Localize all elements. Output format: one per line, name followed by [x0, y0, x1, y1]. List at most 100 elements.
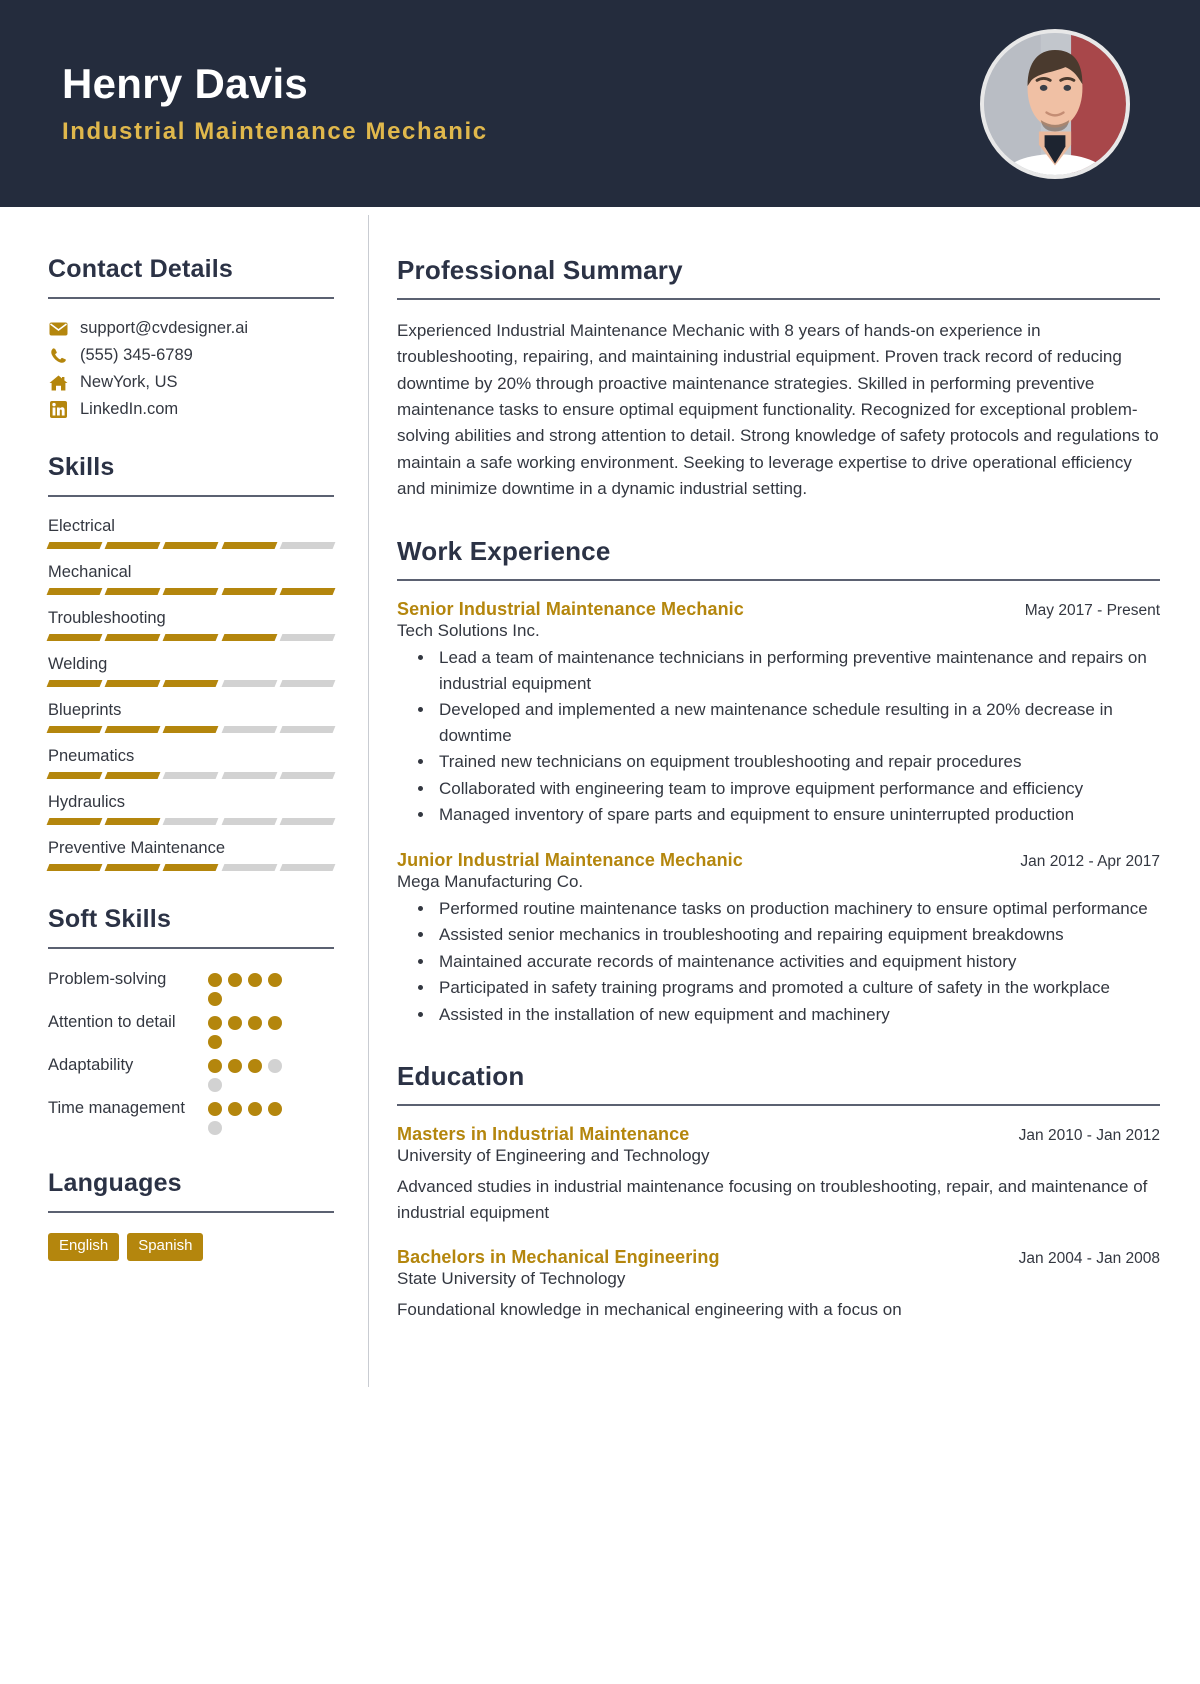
skill-bar-segment: [221, 634, 278, 641]
skill-bar-segment: [46, 772, 103, 779]
soft-skill-label: Problem-solving: [48, 970, 167, 988]
resume-body: Contact Details support@cvdesigner.ai (5…: [0, 207, 1200, 1387]
skill-bar-segment: [162, 542, 220, 549]
envelope-icon: [48, 320, 68, 338]
rating-dot: [208, 992, 222, 1006]
languages-heading: Languages: [48, 1169, 182, 1197]
soft-skill-rating: [208, 1055, 294, 1092]
language-badge: Spanish: [127, 1233, 204, 1261]
rating-dot: [208, 1102, 222, 1116]
skill-bar-segment: [46, 588, 103, 595]
page-title: Henry Davis: [62, 60, 309, 108]
skill-item: Electrical: [46, 517, 336, 549]
entry-header: Senior Industrial Maintenance Mechanic Ma…: [397, 599, 1160, 620]
contact-email-value: support@cvdesigner.ai: [80, 319, 249, 337]
resume-page: Henry Davis Industrial Maintenance Mecha…: [0, 0, 1200, 1684]
skill-label: Preventive Maintenance: [48, 839, 226, 857]
skill-label: Hydraulics: [48, 793, 126, 811]
rating-dot: [228, 973, 242, 987]
skill-item: Hydraulics: [46, 793, 336, 825]
contact-item-linkedin[interactable]: LinkedIn.com: [48, 400, 334, 419]
skill-bar-segment: [104, 588, 161, 595]
entry-bullet: Lead a team of maintenance technicians i…: [435, 645, 1160, 696]
skill-bar-segment: [46, 726, 103, 733]
education-heading: Education: [397, 1061, 525, 1092]
skill-bar-segment: [279, 588, 336, 595]
rating-dot: [208, 1121, 222, 1135]
skill-bar-segment: [162, 864, 220, 871]
entry-date-range: Jan 2004 - Jan 2008: [1018, 1250, 1160, 1268]
soft-skill-rating: [208, 1098, 294, 1135]
skill-item: Troubleshooting: [46, 609, 336, 641]
work-experience-heading: Work Experience: [397, 536, 611, 567]
skill-level-bar: [46, 864, 336, 871]
entry-date-range: May 2017 - Present: [1024, 602, 1160, 620]
skill-bar-segment: [104, 818, 161, 825]
soft-skill-rating: [208, 1012, 294, 1049]
skill-bar-segment: [221, 588, 278, 595]
entry-header: Bachelors in Mechanical Engineering Jan 2…: [397, 1247, 1160, 1268]
skill-label: Pneumatics: [48, 747, 135, 765]
entry-description: Advanced studies in industrial maintenan…: [397, 1177, 1148, 1222]
contact-item-email[interactable]: support@cvdesigner.ai: [48, 319, 334, 338]
skill-item: Welding: [46, 655, 336, 687]
entry-company: Mega Manufacturing Co.: [397, 871, 584, 891]
skill-bar-segment: [104, 542, 161, 549]
summary-text: Experienced Industrial Maintenance Mecha…: [397, 321, 1159, 499]
skill-bar-segment: [162, 818, 220, 825]
rating-dot: [228, 1016, 242, 1030]
rating-dot: [208, 1078, 222, 1092]
skill-label: Blueprints: [48, 701, 122, 719]
rating-dot: [268, 973, 282, 987]
skill-bar-segment: [221, 772, 278, 779]
skill-bar-segment: [46, 680, 103, 687]
skill-bar-segment: [104, 726, 161, 733]
contact-item-location[interactable]: NewYork, US: [48, 373, 334, 392]
entry-bullet: Collaborated with engineering team to im…: [435, 776, 1160, 802]
rating-dot: [208, 1035, 222, 1049]
skill-level-bar: [46, 542, 336, 549]
section-skills: Skills Electrical Mechanical Troubleshooti…: [46, 453, 336, 871]
skill-level-bar: [46, 680, 336, 687]
contact-item-phone[interactable]: (555) 345-6789: [48, 346, 334, 365]
entry-bullet: Assisted in the installation of new equi…: [435, 1002, 1160, 1028]
entry-bullet: Maintained accurate records of maintenan…: [435, 949, 1160, 975]
contact-location-value: NewYork, US: [80, 373, 178, 391]
skill-bar-segment: [221, 818, 278, 825]
rating-dot: [268, 1016, 282, 1030]
skill-bar-segment: [46, 818, 103, 825]
skill-bar-segment: [46, 864, 103, 871]
skill-level-bar: [46, 726, 336, 733]
entry-bullet: Performed routine maintenance tasks on p…: [435, 896, 1160, 922]
entry-degree-title: Bachelors in Mechanical Engineering: [397, 1247, 720, 1268]
entry-bullet-list: Performed routine maintenance tasks on p…: [397, 896, 1160, 1028]
phone-icon: [48, 347, 68, 365]
skill-bar-segment: [162, 680, 220, 687]
skill-bar-segment: [162, 726, 220, 733]
skills-divider: [48, 495, 334, 497]
rating-dot: [248, 1016, 262, 1030]
skill-level-bar: [46, 588, 336, 595]
skill-item: Pneumatics: [46, 747, 336, 779]
skill-item: Preventive Maintenance: [46, 839, 336, 871]
work-experience-divider: [397, 579, 1160, 582]
soft-skill-item: Time management: [48, 1098, 334, 1135]
entry-date-range: Jan 2010 - Jan 2012: [1018, 1127, 1160, 1145]
skill-bar-segment: [221, 542, 278, 549]
skill-bar-segment: [279, 680, 336, 687]
soft-skills-divider: [48, 947, 334, 949]
languages-list: English Spanish: [48, 1233, 334, 1261]
main-column: Professional Summary Experienced Industr…: [369, 207, 1200, 1387]
contact-phone-value: (555) 345-6789: [80, 346, 193, 364]
entry-date-range: Jan 2012 - Apr 2017: [1020, 852, 1160, 870]
education-divider: [397, 1104, 1160, 1107]
entry-header: Junior Industrial Maintenance Mechanic Ja…: [397, 850, 1160, 871]
skill-bar-segment: [104, 772, 161, 779]
job-title: Industrial Maintenance Mechanic: [62, 117, 488, 145]
home-icon: [48, 374, 68, 392]
skill-bar-segment: [221, 680, 278, 687]
language-badge: English: [48, 1233, 120, 1261]
rating-dot: [248, 1059, 262, 1073]
work-experience-entry: Senior Industrial Maintenance Mechanic Ma…: [397, 599, 1160, 828]
soft-skill-rating: [208, 969, 294, 1006]
